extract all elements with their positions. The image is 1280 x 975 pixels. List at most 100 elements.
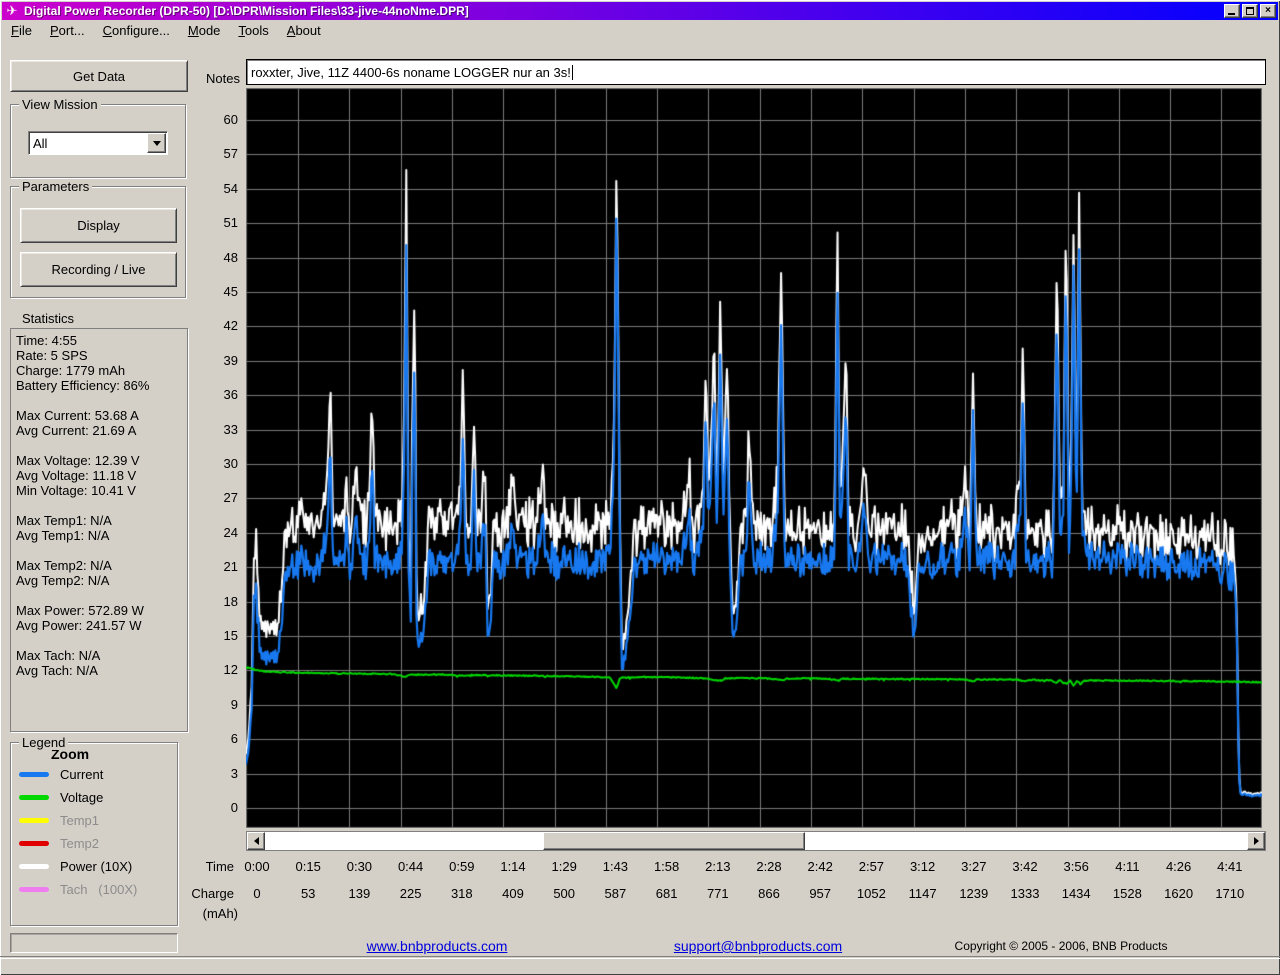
legend-swatch [19,887,49,892]
stat-line [16,393,187,408]
y-tick-label: 33 [192,422,238,437]
statistics-panel: Time: 4:55Rate: 5 SPSCharge: 1779 mAhBat… [10,328,188,732]
y-tick-label: 12 [192,662,238,677]
menu-bar: FilePort...Configure...ModeToolsAbout [2,21,1278,40]
legend-swatch [19,772,49,777]
y-tick-label: 39 [192,353,238,368]
menu-item-mode[interactable]: Mode [179,21,230,40]
stat-line: Avg Power: 241.57 W [16,618,187,633]
legend-swatch [19,795,49,800]
y-tick-label: 15 [192,628,238,643]
stat-line: Max Temp2: N/A [16,558,187,573]
notes-text: roxxter, Jive, 11Z 4400-6s noname LOGGER… [247,65,571,80]
menu-item-tools[interactable]: Tools [229,21,277,40]
stat-line [16,498,187,513]
stat-line: Battery Efficiency: 86% [16,378,187,393]
window-controls: × [1224,4,1276,18]
y-tick-label: 51 [192,215,238,230]
y-tick-label: 6 [192,731,238,746]
stat-line: Time: 4:55 [16,333,187,348]
stat-line: Avg Temp1: N/A [16,528,187,543]
display-button[interactable]: Display [20,208,177,243]
app-icon: ✈ [4,4,20,18]
scroll-left-button[interactable] [247,832,265,850]
view-mission-dropdown[interactable]: All [28,131,168,155]
menu-item-configure[interactable]: Configure... [94,21,179,40]
legend-swatch [19,864,49,869]
y-tick-label: 36 [192,387,238,402]
charge-tick-label: 1710 [1200,886,1260,901]
legend-items: Current Voltage Temp1 Temp2 Power (10X) Tach … [11,763,177,901]
app-window: ✈ Digital Power Recorder (DPR-50) [D:\DP… [0,0,1280,975]
notes-input[interactable]: roxxter, Jive, 11Z 4400-6s noname LOGGER… [246,59,1266,85]
legend-label: Current [60,767,103,782]
title-bar[interactable]: ✈ Digital Power Recorder (DPR-50) [D:\DP… [2,2,1278,20]
stat-line: Max Voltage: 12.39 V [16,453,187,468]
chart-plot-area[interactable] [246,88,1262,828]
scrollbar-thumb[interactable] [543,832,805,850]
notes-label: Notes [196,71,240,86]
dropdown-button[interactable] [147,133,166,153]
stat-line [16,543,187,558]
y-tick-label: 42 [192,318,238,333]
legend-label: Temp1 [60,813,99,828]
legend-group: Legend CurrentVoltageTemp1Temp2Power (10… [10,742,178,926]
support-email-link[interactable]: support@bnbproducts.com [674,938,842,954]
stat-line [16,588,187,603]
chevron-down-icon [153,141,161,146]
status-box [10,933,178,953]
stat-line: Avg Current: 21.69 A [16,423,187,438]
stat-line: Max Temp1: N/A [16,513,187,528]
y-tick-label: 57 [192,146,238,161]
y-tick-label: 3 [192,766,238,781]
y-tick-label: 9 [192,697,238,712]
y-tick-label: 54 [192,181,238,196]
time-tick-label: 4:41 [1200,859,1260,874]
legend-swatch [19,841,49,846]
statistics-title: Statistics [22,311,74,326]
legend-item-current[interactable]: Current [11,763,177,786]
legend-item-tach100x[interactable]: Tach (100X) [11,878,177,901]
scroll-right-button[interactable] [1247,832,1265,850]
legend-item-power10x[interactable]: Power (10X) [11,855,177,878]
stat-line: Avg Voltage: 11.18 V [16,468,187,483]
legend-label: Tach (100X) [60,882,137,897]
legend-swatch [19,818,49,823]
website-link[interactable]: www.bnbproducts.com [367,938,508,954]
minimize-button[interactable] [1224,4,1240,18]
y-tick-label: 45 [192,284,238,299]
get-data-button[interactable]: Get Data [10,60,188,92]
window-title: Digital Power Recorder (DPR-50) [D:\DPR\… [24,4,1220,18]
close-button[interactable]: × [1260,4,1276,18]
y-tick-label: 0 [192,800,238,815]
copyright-text: Copyright © 2005 - 2006, BNB Products [955,939,1168,953]
y-tick-label: 30 [192,456,238,471]
y-tick-label: 27 [192,490,238,505]
recording-live-button[interactable]: Recording / Live [20,252,177,287]
legend-item-voltage[interactable]: Voltage [11,786,177,809]
stat-line: Avg Tach: N/A [16,663,187,678]
menu-item-file[interactable]: File [2,21,41,40]
y-tick-label: 48 [192,250,238,265]
stat-line: Charge: 1779 mAh [16,363,187,378]
legend-item-temp1[interactable]: Temp1 [11,809,177,832]
stat-line: Min Voltage: 10.41 V [16,483,187,498]
stat-line: Max Tach: N/A [16,648,187,663]
y-tick-label: 60 [192,112,238,127]
legend-label: Temp2 [60,836,99,851]
legend-label: Voltage [60,790,103,805]
charge-axis-unit: (mAh) [190,906,238,921]
view-mission-label: View Mission [19,97,101,112]
y-tick-label: 24 [192,525,238,540]
arrow-right-icon [1254,837,1259,845]
menu-item-about[interactable]: About [278,21,330,40]
zoom-label[interactable]: Zoom [51,746,177,762]
y-tick-label: 18 [192,594,238,609]
minimize-icon [1228,13,1235,15]
stat-line: Rate: 5 SPS [16,348,187,363]
menu-item-port[interactable]: Port... [41,21,94,40]
restore-icon [1246,7,1254,15]
chart-scrollbar[interactable] [246,831,1266,851]
legend-item-temp2[interactable]: Temp2 [11,832,177,855]
restore-button[interactable] [1242,4,1258,18]
